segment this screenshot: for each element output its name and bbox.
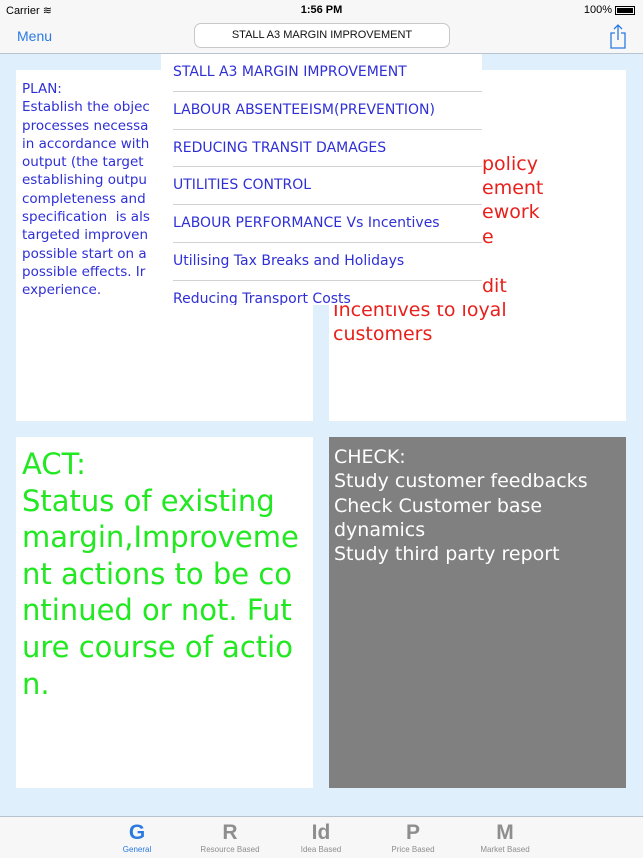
status-bar: Carrier ≋ 1:56 PM 100% [0, 0, 643, 20]
do-text-fragment: policy [482, 153, 538, 175]
general-icon: G [128, 821, 146, 844]
tab-market-based[interactable]: M Market Based [460, 820, 550, 854]
do-text-fragment: ement [482, 177, 544, 199]
do-text-line: customers [333, 323, 433, 345]
check-text: CHECK: Study customer feedbacks Check Cu… [334, 446, 588, 566]
dropdown-item[interactable]: REDUCING TRANSIT DAMAGES [173, 130, 482, 168]
topic-dropdown[interactable]: STALL A3 MARGIN IMPROVEMENT LABOUR ABSEN… [161, 54, 482, 305]
battery: 100% [584, 4, 635, 16]
idea-icon: Id [311, 821, 331, 844]
price-icon: P [405, 821, 420, 844]
do-text-fragment: dit [482, 275, 507, 297]
do-text-fragment: ework [482, 201, 540, 223]
dropdown-item[interactable]: Reducing Transport Costs [173, 281, 482, 305]
do-text-fragment: e [482, 226, 494, 248]
tab-resource-based[interactable]: R Resource Based [185, 820, 275, 854]
dropdown-item[interactable]: LABOUR PERFORMANCE Vs Incentives [173, 205, 482, 243]
topic-selector-button[interactable]: STALL A3 MARGIN IMPROVEMENT [194, 23, 450, 48]
dropdown-item[interactable]: UTILITIES CONTROL [173, 167, 482, 206]
tab-price-based[interactable]: P Price Based [368, 820, 458, 854]
dropdown-item[interactable]: Utilising Tax Breaks and Holidays [173, 243, 482, 281]
dropdown-item[interactable]: STALL A3 MARGIN IMPROVEMENT [173, 54, 482, 92]
share-icon[interactable] [610, 23, 626, 49]
tab-bar: G General R Resource Based Id Idea Based PP… [0, 816, 643, 858]
act-text: ACT: Status of existing margin,Improveme… [22, 447, 299, 701]
check-panel: CHECK: Study customer feedbacks Check Cu… [329, 437, 626, 788]
market-icon: M [496, 821, 514, 844]
tab-general[interactable]: G General [92, 820, 182, 854]
battery-icon [615, 5, 635, 15]
act-panel: ACT: Status of existing margin,Improveme… [16, 437, 313, 788]
tab-idea-based[interactable]: Id Idea Based [276, 820, 366, 854]
resource-icon: R [222, 821, 238, 844]
dropdown-item[interactable]: LABOUR ABSENTEEISM(PREVENTION) [173, 92, 482, 130]
clock: 1:56 PM [300, 4, 343, 16]
nav-bar: Menu STALL A3 MARGIN IMPROVEMENT [0, 20, 643, 54]
menu-button[interactable]: Menu [17, 28, 52, 44]
